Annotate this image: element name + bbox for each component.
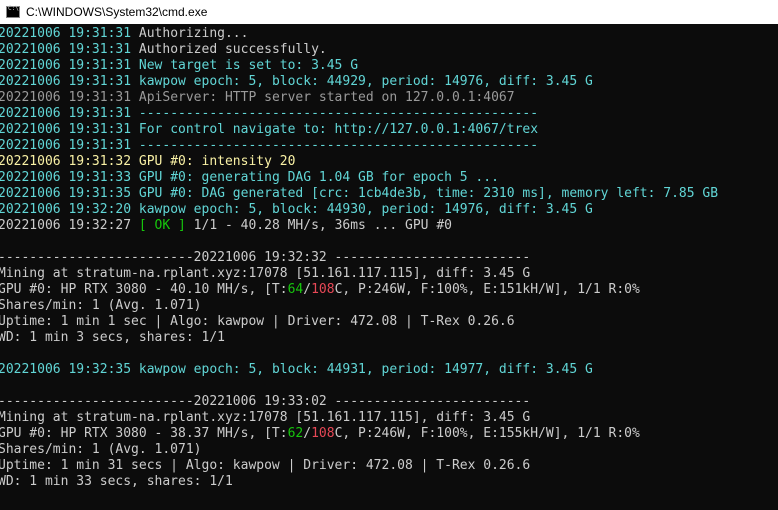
uptime-line: Uptime: 1 min 1 sec | Algo: kawpow | Dri… — [0, 314, 515, 329]
pool-line: Mining at stratum-na.rplant.xyz:17078 [5… — [0, 410, 531, 425]
watchdog-line: WD: 1 min 3 secs, shares: 1/1 — [0, 330, 225, 345]
log-line: 20221006 19:31:31 ----------------------… — [0, 138, 539, 153]
title-bar[interactable]: C:\WINDOWS\System32\cmd.exe — [0, 0, 778, 24]
gpu-temp: 62 — [287, 426, 304, 441]
report-header: -------------------------20221006 19:32:… — [0, 250, 531, 265]
pool-line: Mining at stratum-na.rplant.xyz:17078 [5… — [0, 266, 531, 281]
console-output[interactable]: 20221006 19:31:31 Authorizing... 2022100… — [0, 26, 778, 510]
uptime-line: Uptime: 1 min 31 secs | Algo: kawpow | D… — [0, 458, 531, 473]
log-line: 20221006 19:31:31 ApiServer: HTTP server… — [0, 90, 515, 105]
gpu-stats-line: GPU #0: HP RTX 3080 - 40.10 MH/s, [T:64/… — [0, 282, 640, 297]
report-header: -------------------------20221006 19:33:… — [0, 394, 531, 409]
log-line: 20221006 19:31:31 New target is set to: … — [0, 58, 359, 73]
cmd-icon — [6, 5, 20, 18]
log-line: 20221006 19:31:33 GPU #0: generating DAG… — [0, 170, 499, 185]
gpu-stats-line: GPU #0: HP RTX 3080 - 38.37 MH/s, [T:62/… — [0, 426, 640, 441]
log-line: 20221006 19:31:31 Authorized successfull… — [0, 42, 327, 57]
watchdog-line: WD: 1 min 33 secs, shares: 1/1 — [0, 474, 233, 489]
log-line: 20221006 19:32:27 [ OK ] 1/1 - 40.28 MH/… — [0, 218, 452, 233]
gpu-temp-limit: 108 — [311, 282, 335, 297]
log-line: 20221006 19:31:35 GPU #0: DAG generated … — [0, 186, 719, 201]
log-line: 20221006 19:32:20 kawpow epoch: 5, block… — [0, 202, 593, 217]
gpu-temp-limit: 108 — [311, 426, 335, 441]
log-line: 20221006 19:31:31 For control navigate t… — [0, 122, 539, 137]
gpu-temp: 64 — [287, 282, 304, 297]
log-line: 20221006 19:31:31 kawpow epoch: 5, block… — [0, 74, 593, 89]
shares-line: Shares/min: 1 (Avg. 1.071) — [0, 442, 202, 457]
shares-line: Shares/min: 1 (Avg. 1.071) — [0, 298, 202, 313]
log-line: 20221006 19:31:31 Authorizing... — [0, 26, 249, 41]
ok-badge: [ OK ] — [131, 218, 186, 233]
log-line: 20221006 19:31:32 GPU #0: intensity 20 — [0, 154, 296, 169]
log-line: 20221006 19:32:35 kawpow epoch: 5, block… — [0, 362, 593, 377]
log-line: 20221006 19:31:31 ----------------------… — [0, 106, 539, 121]
window-title: C:\WINDOWS\System32\cmd.exe — [26, 5, 208, 19]
